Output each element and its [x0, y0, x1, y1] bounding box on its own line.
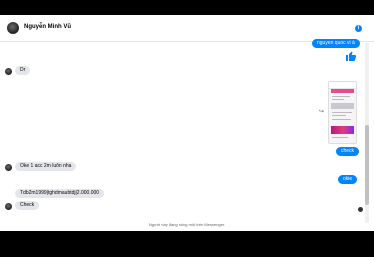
- message-outgoing[interactable]: okie: [338, 175, 358, 184]
- image-banner: [331, 89, 354, 93]
- image-promo-banner: [331, 126, 354, 134]
- thumbs-up-icon[interactable]: [345, 50, 357, 62]
- image-block: [331, 103, 354, 109]
- image-text-line: [332, 99, 344, 100]
- image-text-line: [332, 112, 352, 113]
- shared-image[interactable]: [328, 81, 357, 144]
- contact-name[interactable]: Nguyễn Minh Vũ: [24, 24, 71, 30]
- seen-indicator-avatar: [358, 207, 363, 212]
- message-incoming[interactable]: Check: [15, 201, 40, 210]
- message-incoming[interactable]: Tdb2m1999|tghdmaubtdj|2.000.000: [15, 189, 105, 198]
- scrollbar-thumb[interactable]: [365, 125, 369, 205]
- footer-status: Người này đang sống một trên Messenger.: [148, 222, 226, 227]
- image-top-bar: [329, 82, 356, 89]
- sender-avatar: [5, 203, 12, 210]
- share-icon[interactable]: ↪: [319, 109, 325, 115]
- message-outgoing[interactable]: check: [336, 147, 360, 156]
- image-text-line: [332, 137, 348, 138]
- sender-avatar: [5, 164, 12, 171]
- message-outgoing[interactable]: nguyen quoc vi á: [312, 39, 360, 48]
- sender-avatar: [5, 68, 12, 75]
- image-text-line: [332, 115, 346, 116]
- messenger-window: Nguyễn Minh Vũ i nguyen quoc vi á Dr ↪ c…: [0, 15, 374, 231]
- contact-avatar[interactable]: [7, 22, 19, 34]
- message-incoming[interactable]: Oke 1 acc 2m luôn nha: [15, 162, 77, 171]
- message-incoming[interactable]: Dr: [15, 66, 31, 75]
- conversation-header: Nguyễn Minh Vũ i: [0, 15, 374, 42]
- image-text-line: [332, 119, 351, 120]
- image-text-line: [332, 96, 350, 97]
- info-icon[interactable]: i: [355, 25, 362, 32]
